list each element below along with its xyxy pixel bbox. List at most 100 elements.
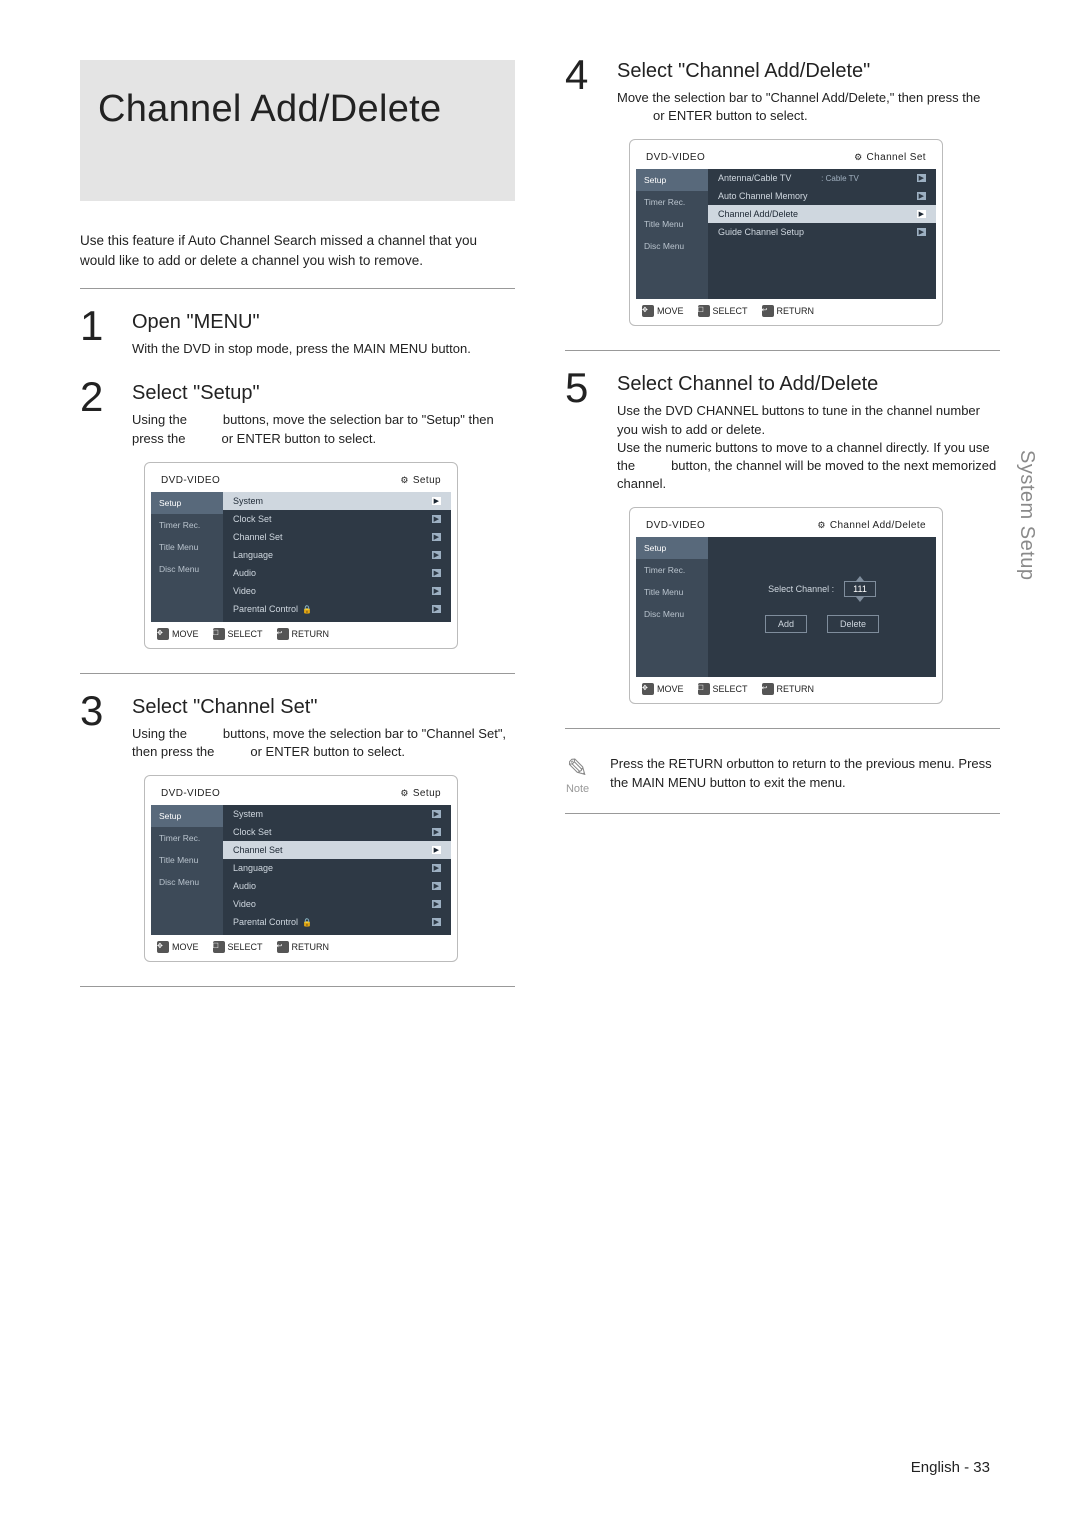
step-1: 1 Open "MENU" With the DVD in stop mode,… — [80, 311, 515, 372]
return-icon: ↩ — [762, 305, 774, 317]
chevron-right-icon: ▶ — [432, 846, 441, 854]
osd-breadcrumb: Setup — [413, 788, 441, 799]
osd-item-language[interactable]: Language▶ — [223, 546, 451, 564]
step-3: 3 Select "Channel Set" Using thebuttons,… — [80, 696, 515, 968]
step-number: 2 — [80, 382, 114, 654]
osd-side-item[interactable]: Timer Rec. — [636, 559, 708, 581]
osd-item-channelset[interactable]: Channel Set▶ — [223, 528, 451, 546]
chevron-right-icon: ▶ — [432, 918, 441, 926]
osd-item-video[interactable]: Video▶ — [223, 895, 451, 913]
gear-icon: ⚙ — [400, 475, 408, 486]
osd-breadcrumb: Channel Set — [867, 152, 926, 163]
osd-footer: ✥MOVE ☐SELECT ↩RETURN — [151, 935, 451, 953]
osd-item-audio[interactable]: Audio▶ — [223, 564, 451, 582]
osd-item-system[interactable]: System▶ — [223, 492, 451, 510]
step-number: 1 — [80, 311, 114, 372]
page-title: Channel Add/Delete — [98, 88, 497, 131]
osd-side-item[interactable]: Title Menu — [636, 213, 708, 235]
osd-item-language[interactable]: Language▶ — [223, 859, 451, 877]
step-desc: With the DVD in stop mode, press the MAI… — [132, 340, 515, 358]
chevron-right-icon: ▶ — [432, 605, 441, 613]
return-icon: ↩ — [277, 941, 289, 953]
osd-setup-channelset: DVD-VIDEO ⚙Setup Setup Timer Rec. Title … — [144, 775, 458, 962]
osd-device: DVD-VIDEO — [646, 152, 705, 163]
step-title: Select Channel to Add/Delete — [617, 373, 1000, 396]
osd-item-guide[interactable]: Guide Channel Setup▶ — [708, 223, 936, 241]
osd-item-antenna[interactable]: Antenna/Cable TV: Cable TV▶ — [708, 169, 936, 187]
osd-side-item[interactable]: Timer Rec. — [151, 514, 223, 536]
osd-side-item[interactable]: Setup — [636, 169, 708, 191]
osd-item-automem[interactable]: Auto Channel Memory▶ — [708, 187, 936, 205]
step-2: 2 Select "Setup" Using thebuttons, move … — [80, 382, 515, 654]
chevron-right-icon: ▶ — [917, 192, 926, 200]
osd-sidebar: Setup Timer Rec. Title Menu Disc Menu — [636, 169, 708, 299]
osd-side-item[interactable]: Setup — [151, 805, 223, 827]
step-4: 4 Select "Channel Add/Delete" Move the s… — [565, 60, 1000, 332]
add-button[interactable]: Add — [765, 615, 807, 633]
osd-device: DVD-VIDEO — [646, 520, 705, 531]
osd-side-item[interactable]: Disc Menu — [151, 558, 223, 580]
chevron-right-icon: ▶ — [432, 864, 441, 872]
osd-side-item[interactable]: Setup — [636, 537, 708, 559]
osd-side-item[interactable]: Timer Rec. — [151, 827, 223, 849]
osd-side-item[interactable]: Disc Menu — [636, 603, 708, 625]
osd-item-clock[interactable]: Clock Set▶ — [223, 823, 451, 841]
select-channel-label: Select Channel : — [768, 584, 834, 594]
osd-item-parental[interactable]: Parental Control🔒▶ — [223, 913, 451, 931]
osd-sidebar: Setup Timer Rec. Title Menu Disc Menu — [151, 492, 223, 622]
osd-side-item[interactable]: Disc Menu — [636, 235, 708, 257]
separator — [565, 350, 1000, 351]
osd-side-item[interactable]: Title Menu — [151, 849, 223, 871]
lock-icon: 🔒 — [302, 918, 312, 927]
return-icon: ↩ — [762, 683, 774, 695]
step-desc: Using thebuttons, move the selection bar… — [132, 725, 515, 761]
step-number: 5 — [565, 373, 599, 710]
osd-side-item[interactable]: Disc Menu — [151, 871, 223, 893]
separator — [565, 813, 1000, 814]
osd-item-parental[interactable]: Parental Control🔒▶ — [223, 600, 451, 618]
osd-channel-set: DVD-VIDEO ⚙Channel Set Setup Timer Rec. … — [629, 139, 943, 326]
note-text: Press the RETURN orbutton to return to t… — [610, 755, 1000, 795]
step-desc: Use the DVD CHANNEL buttons to tune in t… — [617, 402, 1000, 493]
chevron-right-icon: ▶ — [432, 515, 441, 523]
chevron-right-icon: ▶ — [917, 174, 926, 182]
osd-channel-add-delete: DVD-VIDEO ⚙Channel Add/Delete Setup Time… — [629, 507, 943, 704]
channel-number-stepper[interactable]: 111 — [844, 581, 876, 597]
osd-footer: ✥MOVE ☐SELECT ↩RETURN — [151, 622, 451, 640]
osd-item-channelset[interactable]: Channel Set▶ — [223, 841, 451, 859]
note-block: ✎ Note Press the RETURN orbutton to retu… — [565, 755, 1000, 795]
page-title-box: Channel Add/Delete — [80, 60, 515, 201]
osd-breadcrumb: Setup — [413, 475, 441, 486]
osd-item-system[interactable]: System▶ — [223, 805, 451, 823]
osd-item-clock[interactable]: Clock Set▶ — [223, 510, 451, 528]
delete-button[interactable]: Delete — [827, 615, 879, 633]
osd-sidebar: Setup Timer Rec. Title Menu Disc Menu — [151, 805, 223, 935]
osd-footer: ✥MOVE ☐SELECT ↩RETURN — [636, 677, 936, 695]
step-number: 4 — [565, 60, 599, 332]
chevron-right-icon: ▶ — [432, 900, 441, 908]
osd-item-chadddel[interactable]: Channel Add/Delete▶ — [708, 205, 936, 223]
osd-side-item[interactable]: Setup — [151, 492, 223, 514]
dpad-icon: ✥ — [157, 628, 169, 640]
dpad-icon: ✥ — [642, 305, 654, 317]
chevron-right-icon: ▶ — [432, 882, 441, 890]
intro-text: Use this feature if Auto Channel Search … — [80, 231, 515, 270]
step-title: Select "Setup" — [132, 382, 515, 405]
step-title: Select "Channel Set" — [132, 696, 515, 719]
osd-item-video[interactable]: Video▶ — [223, 582, 451, 600]
osd-side-item[interactable]: Title Menu — [151, 536, 223, 558]
chevron-right-icon: ▶ — [432, 587, 441, 595]
osd-side-item[interactable]: Timer Rec. — [636, 191, 708, 213]
osd-footer: ✥MOVE ☐SELECT ↩RETURN — [636, 299, 936, 317]
chevron-right-icon: ▶ — [917, 210, 926, 218]
select-icon: ☐ — [213, 941, 225, 953]
osd-item-audio[interactable]: Audio▶ — [223, 877, 451, 895]
osd-side-item[interactable]: Title Menu — [636, 581, 708, 603]
osd-device: DVD-VIDEO — [161, 475, 220, 486]
chevron-right-icon: ▶ — [917, 228, 926, 236]
osd-sidebar: Setup Timer Rec. Title Menu Disc Menu — [636, 537, 708, 677]
chevron-right-icon: ▶ — [432, 533, 441, 541]
separator — [80, 986, 515, 987]
chevron-right-icon: ▶ — [432, 551, 441, 559]
step-title: Select "Channel Add/Delete" — [617, 60, 1000, 83]
